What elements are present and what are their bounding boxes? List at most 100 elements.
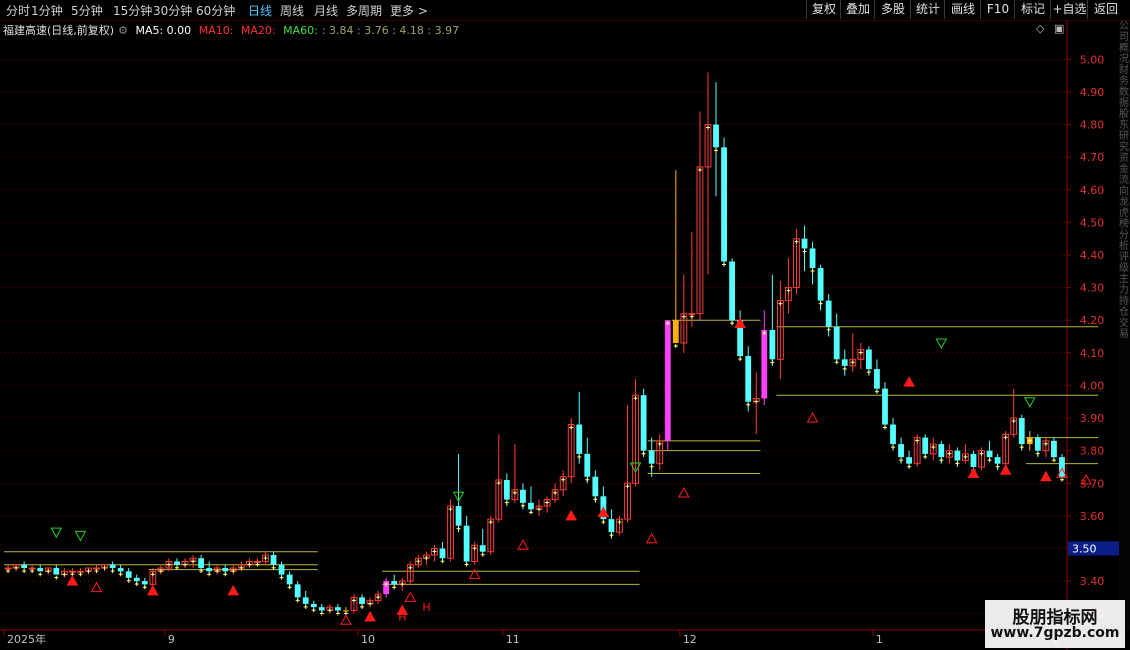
period-tab-9[interactable]: 多周期 xyxy=(346,2,382,19)
toolbar-button-2[interactable]: 多股 xyxy=(874,0,911,19)
signal-triangle-marker xyxy=(967,467,980,478)
candle-body xyxy=(431,547,438,556)
candle-body xyxy=(906,457,913,464)
toolbar-button-0[interactable]: 复权 xyxy=(806,0,841,19)
toolbar-button-5[interactable]: F10 xyxy=(980,0,1015,19)
period-tab-7[interactable]: 周线 xyxy=(280,2,304,19)
candle-body xyxy=(721,147,727,262)
period-tab-2[interactable]: 5分钟 xyxy=(71,2,103,19)
stock-title[interactable]: 福建高速(日线,前复权) xyxy=(3,24,114,37)
period-tab-8[interactable]: 月线 xyxy=(314,2,338,19)
candle-body xyxy=(77,570,84,573)
signal-triangle-marker xyxy=(90,581,103,593)
candle-body xyxy=(1026,437,1033,445)
x-tick-label: 11 xyxy=(506,633,520,646)
candle-body xyxy=(849,358,857,367)
candle-body xyxy=(503,479,510,500)
candle-body xyxy=(406,564,414,582)
candle-body xyxy=(1002,433,1010,465)
candle-body xyxy=(28,567,36,570)
candle-body xyxy=(688,313,696,316)
candlestick-chart[interactable]: 3.303.403.503.603.703.803.904.004.104.20… xyxy=(0,0,1130,650)
period-tab-6[interactable]: 日线 xyxy=(248,2,272,19)
y-tick-label: 3.40 xyxy=(1080,575,1105,588)
candle-body xyxy=(422,554,430,559)
y-tick-label: 5.00 xyxy=(1080,53,1105,66)
candle-body xyxy=(769,329,776,360)
signal-triangle-marker xyxy=(734,317,747,328)
x-tick-label: 9 xyxy=(168,633,175,646)
candle-body xyxy=(624,482,631,520)
signal-triangle-marker xyxy=(517,539,529,550)
signal-triangle-marker xyxy=(452,491,465,503)
period-tab-1[interactable]: 1分钟 xyxy=(31,2,63,19)
candle-body xyxy=(970,453,977,467)
candle-body xyxy=(680,313,688,344)
period-tab-4[interactable]: 30分钟 xyxy=(153,2,192,19)
period-tab-10[interactable]: 更多 > xyxy=(390,2,428,19)
candle-body xyxy=(471,544,479,563)
y-tick-label: 4.40 xyxy=(1080,249,1105,262)
period-tab-5[interactable]: 60分钟 xyxy=(196,2,235,19)
candle-body xyxy=(696,166,704,315)
candle-body xyxy=(898,444,904,458)
candle-body xyxy=(439,548,446,559)
period-tab-3[interactable]: 15分钟 xyxy=(113,2,152,19)
candle-body xyxy=(1059,457,1065,477)
candle-body xyxy=(576,424,583,454)
candle-body xyxy=(656,440,664,465)
candle-body xyxy=(833,326,840,360)
candle-body xyxy=(761,329,768,399)
candle-body xyxy=(938,444,945,458)
candle-body xyxy=(809,248,816,269)
candle-body xyxy=(278,564,285,575)
candle-body xyxy=(350,596,358,611)
candle-body xyxy=(270,554,277,565)
candle-body xyxy=(286,574,293,585)
candle-body xyxy=(149,570,157,585)
toolbar-button-8[interactable]: 返回 xyxy=(1087,0,1124,19)
toolbar-button-4[interactable]: 画线 xyxy=(944,0,981,19)
y-tick-label: 4.30 xyxy=(1080,282,1105,295)
current-price-box xyxy=(1068,541,1120,556)
candle-body xyxy=(672,320,679,344)
candle-body xyxy=(237,564,245,569)
x-tick-label: 10 xyxy=(361,633,375,646)
candle-body xyxy=(713,124,719,148)
signal-triangle-marker xyxy=(227,584,240,596)
toolbar-button-1[interactable]: 叠加 xyxy=(840,0,875,19)
settings-icon[interactable]: ⚙ xyxy=(118,24,128,37)
ma10-label: MA10: xyxy=(198,24,234,37)
signal-triangle-marker xyxy=(565,509,578,521)
window-icon[interactable]: ▣ xyxy=(1054,22,1064,35)
toolbar-button-3[interactable]: 统计 xyxy=(910,0,945,19)
candle-body xyxy=(310,603,317,608)
y-tick-label: 3.90 xyxy=(1080,412,1105,425)
y-tick-label: 3.70 xyxy=(1080,477,1105,490)
candle-body xyxy=(592,476,599,497)
x-tick-label: 1 xyxy=(876,633,883,646)
signal-text-label: H xyxy=(398,611,406,624)
toolbar-button-6[interactable]: 标记 xyxy=(1014,0,1051,19)
candle-body xyxy=(359,597,365,604)
candle-body xyxy=(334,607,341,611)
toolbar-button-7[interactable]: +自选 xyxy=(1050,0,1088,19)
diamond-icon[interactable]: ◇ xyxy=(1036,22,1044,35)
y-tick-label: 4.90 xyxy=(1080,86,1105,99)
candle-body xyxy=(559,476,567,491)
candle-body xyxy=(366,600,374,605)
candle-body xyxy=(141,581,148,585)
candle-body xyxy=(1034,437,1041,451)
candle-body xyxy=(189,557,197,563)
period-tab-0[interactable]: 分时 xyxy=(6,2,30,19)
signal-triangle-marker xyxy=(677,487,690,498)
candle-body xyxy=(584,453,591,477)
candle-body xyxy=(318,607,325,611)
candle-body xyxy=(511,489,519,501)
candle-body xyxy=(165,561,173,569)
candle-body xyxy=(487,518,495,553)
y-tick-label: 4.60 xyxy=(1080,184,1105,197)
y-tick-label: 4.70 xyxy=(1080,151,1105,164)
ma-values: : 3.84 : 3.76 : 4.18 : 3.97 xyxy=(321,24,460,37)
candle-body xyxy=(174,561,180,565)
